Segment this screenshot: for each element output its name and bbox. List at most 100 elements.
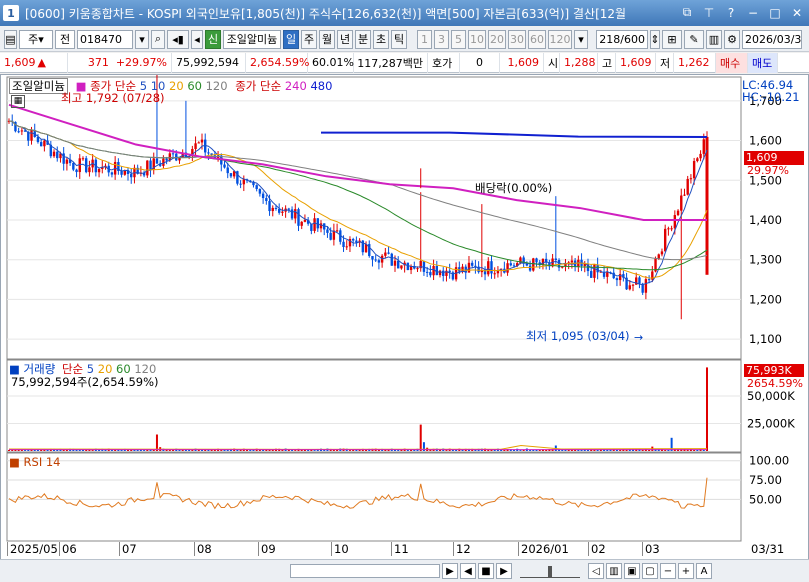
candle-body: [628, 285, 632, 290]
text-icon[interactable]: A: [696, 563, 712, 579]
help-icon[interactable]: ?: [723, 4, 739, 21]
restore-icon[interactable]: ⧉: [679, 4, 695, 21]
candle-body: [554, 258, 558, 260]
data-count-field[interactable]: 218/600: [596, 29, 648, 49]
x-axis-end-label: 03/31: [751, 542, 785, 556]
tab-week[interactable]: 주: [301, 29, 317, 49]
candle-body: [676, 210, 680, 216]
x-axis-label: 02: [588, 542, 606, 556]
date-field[interactable]: 2026/03/3: [742, 29, 802, 49]
ma20-label: 20: [169, 79, 184, 93]
candle-body: [606, 272, 609, 277]
market-select[interactable]: 주 ▾: [19, 29, 53, 49]
candle-body: [345, 246, 348, 248]
speaker-icon[interactable]: ◂▮: [167, 29, 189, 49]
minimize-icon[interactable]: −: [745, 4, 761, 21]
settings-gear-icon[interactable]: ⚙: [724, 29, 740, 49]
interval-10[interactable]: 10: [468, 29, 486, 49]
candle-body: [673, 215, 677, 229]
candle-body: [590, 271, 593, 278]
stop-icon[interactable]: ■: [478, 563, 494, 579]
tab-month[interactable]: 월: [319, 29, 335, 49]
high-label: 고: [598, 52, 616, 73]
candle-body: [416, 268, 419, 270]
interval-1[interactable]: 1: [417, 29, 432, 49]
candle-body: [435, 265, 439, 276]
candle-body: [425, 271, 429, 273]
count-spin-icon[interactable]: ⇕: [650, 29, 660, 49]
search-icon[interactable]: ⌕: [151, 29, 165, 49]
chart-canvas[interactable]: 1,7001,6001,5001,4001,3001,2001,10050,00…: [1, 75, 808, 559]
tab-year[interactable]: 년: [337, 29, 353, 49]
period-type-select[interactable]: 전: [55, 29, 75, 49]
candle-body: [294, 209, 297, 219]
candle-body: [496, 271, 500, 274]
current-price: 1,609 ▲: [0, 52, 68, 73]
pin-icon[interactable]: ⊤: [701, 4, 717, 21]
last-pct-tag: 29.97%: [747, 164, 789, 177]
x-axis-label: 07: [119, 542, 137, 556]
volume-bar: [348, 450, 351, 451]
high-annotation: 최고 1,792 (07/28): [61, 91, 165, 105]
minus-icon[interactable]: −: [660, 563, 676, 579]
stock-name-legend[interactable]: 조일알미늄: [9, 78, 68, 94]
grid-toggle-icon[interactable]: ▤: [4, 29, 17, 49]
trade-amount: 117,287백만: [354, 52, 428, 73]
candle-body: [20, 130, 24, 132]
candle-body: [171, 153, 175, 155]
up-arrow-icon: ▲: [37, 56, 46, 69]
candle-body: [110, 172, 114, 175]
chart-area[interactable]: 1,700 1,600 1,500 1,400 1,300 1,200 1,100 50,00…: [0, 74, 809, 568]
candle-body: [268, 201, 271, 212]
candle-body: [316, 218, 319, 229]
candle-body: [390, 253, 393, 266]
tab-second[interactable]: 초: [373, 29, 389, 49]
volume-bar: [667, 449, 670, 451]
volume-bar: [155, 434, 158, 451]
fit-icon[interactable]: ▣: [624, 563, 640, 579]
interval-3[interactable]: 3: [434, 29, 449, 49]
code-dropdown-icon[interactable]: ▾: [135, 29, 149, 49]
horizontal-scrollbar[interactable]: [290, 564, 440, 578]
sell-button[interactable]: 매도: [748, 52, 778, 73]
volume-bar: [313, 450, 316, 451]
tab-minute[interactable]: 분: [355, 29, 371, 49]
zoom-slider[interactable]: [520, 564, 580, 578]
volume-bar: [577, 449, 580, 451]
interval-120[interactable]: 120: [548, 29, 572, 49]
candle-body: [351, 238, 355, 241]
candle-body: [265, 198, 268, 202]
prev-stock-button[interactable]: ◂: [191, 29, 203, 49]
stock-code-input[interactable]: 018470: [77, 29, 133, 49]
forward-icon[interactable]: ▶: [496, 563, 512, 579]
interval-5[interactable]: 5: [451, 29, 466, 49]
play-icon[interactable]: ▶: [442, 563, 458, 579]
volume-bar: [220, 450, 223, 451]
rewind-icon[interactable]: ◀: [460, 563, 476, 579]
candle-body: [155, 158, 159, 164]
interval-60[interactable]: 60: [528, 29, 546, 49]
title-bar: 1 [0600] 키움종합차트 - KOSPI 외국인보유[1,805(천)] …: [0, 0, 809, 26]
tab-day[interactable]: 일: [283, 29, 299, 49]
zoom-out-icon[interactable]: ◁: [588, 563, 604, 579]
candle-body: [702, 139, 705, 154]
candle-body: [593, 264, 596, 278]
tab-tick[interactable]: 틱: [391, 29, 407, 49]
drawing-tool-icon[interactable]: ✎: [684, 29, 704, 49]
overlay-icon[interactable]: ▥: [706, 29, 722, 49]
indicator-icon[interactable]: ⊞: [662, 29, 682, 49]
compare-icon[interactable]: ▢: [642, 563, 658, 579]
chart-type-icon[interactable]: ▥: [606, 563, 622, 579]
plus-icon[interactable]: +: [678, 563, 694, 579]
candle-body: [470, 262, 474, 266]
maximize-icon[interactable]: □: [767, 4, 783, 21]
interval-dropdown-icon[interactable]: ▾: [574, 29, 588, 49]
interval-30[interactable]: 30: [508, 29, 526, 49]
interval-20[interactable]: 20: [488, 29, 506, 49]
table-icon[interactable]: ▦: [11, 95, 25, 108]
candle-body: [525, 263, 529, 266]
volume-bar: [24, 450, 27, 451]
buy-button[interactable]: 매수: [716, 52, 748, 73]
candle-body: [239, 183, 242, 185]
close-icon[interactable]: ✕: [789, 4, 805, 21]
